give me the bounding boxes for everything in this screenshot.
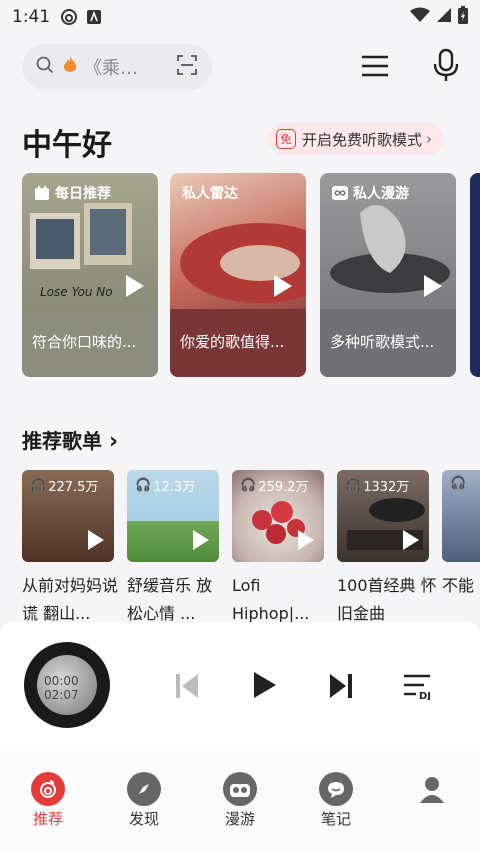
playlist-title: 100首经典 怀旧金曲 bbox=[337, 576, 437, 623]
play-icon[interactable] bbox=[193, 530, 209, 550]
profile-icon bbox=[415, 772, 449, 806]
nav-roam[interactable]: 漫游 bbox=[200, 772, 280, 829]
recommended-playlists-title[interactable]: 推荐歌单 › bbox=[22, 425, 118, 454]
menu-icon[interactable] bbox=[360, 52, 390, 80]
playlist-card[interactable]: 🎧 1332万 100首经典 怀旧金曲 bbox=[337, 470, 437, 628]
nav-notes[interactable]: 笔记 bbox=[296, 772, 376, 829]
play-icon[interactable] bbox=[126, 275, 144, 297]
fire-icon bbox=[62, 55, 78, 80]
signal-icon bbox=[436, 7, 452, 28]
playlist-title: 从前对妈妈说谎 翻山... bbox=[22, 576, 119, 623]
previous-track-icon[interactable] bbox=[174, 672, 200, 704]
next-track-icon[interactable] bbox=[328, 672, 354, 704]
play-icon[interactable] bbox=[274, 275, 292, 297]
playlist-card[interactable]: 🎧 227.5万 从前对妈妈说谎 翻山... bbox=[22, 470, 118, 628]
infinity-icon bbox=[332, 186, 348, 200]
playlist-card[interactable]: 🎧 不能 从此 bbox=[442, 470, 480, 628]
free-badge-icon: 免 bbox=[276, 129, 296, 149]
play-icon[interactable] bbox=[88, 530, 104, 550]
nav-discover[interactable]: 发现 bbox=[104, 772, 184, 829]
status-bar: 1:41 bbox=[0, 0, 480, 34]
card-art-text: Lose You No bbox=[40, 285, 113, 299]
playlist-card[interactable]: 🎧 259.2万 Lofi Hiphop|... bbox=[232, 470, 324, 628]
headphone-icon: 🎧 bbox=[450, 476, 467, 491]
nav-profile[interactable] bbox=[392, 772, 472, 808]
play-icon[interactable] bbox=[424, 275, 442, 297]
mini-player[interactable]: 00:00 02:07 DJ bbox=[0, 622, 480, 750]
daily-tag: 每日推荐 bbox=[34, 183, 111, 203]
status-time: 1:41 bbox=[12, 7, 51, 27]
netease-notification-icon bbox=[60, 8, 78, 26]
headphone-icon: 🎧 bbox=[240, 478, 257, 493]
battery-icon bbox=[458, 5, 468, 29]
playlist-title: Lofi Hiphop|... bbox=[232, 576, 310, 623]
play-count: 🎧 227.5万 bbox=[30, 478, 99, 495]
private-radar-card[interactable]: 私人雷达 你爱的歌值得... bbox=[170, 173, 306, 377]
roam-tag: 私人漫游 bbox=[332, 183, 409, 203]
headphone-icon: 🎧 bbox=[345, 478, 362, 493]
play-count: 🎧 1332万 bbox=[345, 478, 410, 495]
playlist-title: 舒缓音乐 放松心情 ... bbox=[127, 576, 213, 623]
radar-tag: 私人雷达 bbox=[182, 186, 238, 202]
album-disc[interactable]: 00:00 02:07 bbox=[24, 642, 110, 728]
headphone-icon: 🎧 bbox=[30, 478, 47, 493]
private-roam-card[interactable]: 私人漫游 多种听歌模式... bbox=[320, 173, 456, 377]
playlist-title: 不能 从此 bbox=[442, 576, 480, 595]
headphone-icon: 🎧 bbox=[135, 478, 152, 493]
radio-icon bbox=[223, 772, 257, 806]
microphone-icon[interactable] bbox=[432, 48, 460, 82]
search-bar[interactable]: 《乘… bbox=[22, 44, 212, 90]
play-count: 🎧 12.3万 bbox=[135, 478, 196, 495]
search-query: 《乘… bbox=[84, 58, 138, 79]
daily-recommend-card[interactable]: Lose You No 每日推荐 符合你口味的... bbox=[22, 173, 158, 377]
card-desc: 符合你口味的... bbox=[22, 309, 158, 377]
greeting-title: 中午好 bbox=[22, 128, 112, 163]
play-count: 🎧 259.2万 bbox=[240, 478, 309, 495]
bottom-nav: 推荐 发现 漫游 笔记 bbox=[0, 750, 480, 853]
search-icon bbox=[36, 56, 54, 79]
card-desc: 多种听歌模式... bbox=[320, 309, 456, 377]
app-notification-icon bbox=[86, 9, 102, 25]
scan-icon[interactable] bbox=[176, 54, 198, 81]
play-count: 🎧 bbox=[450, 476, 466, 491]
next-feature-card[interactable] bbox=[470, 173, 480, 377]
netease-logo-icon bbox=[31, 772, 65, 806]
play-icon[interactable] bbox=[403, 530, 419, 550]
compass-icon bbox=[127, 772, 161, 806]
calendar-icon bbox=[35, 186, 49, 200]
playlist-card[interactable]: 🎧 12.3万 舒缓音乐 放松心情 ... bbox=[127, 470, 219, 628]
wifi-icon bbox=[410, 7, 430, 28]
time-readout: 00:00 02:07 bbox=[44, 674, 79, 702]
play-icon[interactable] bbox=[298, 530, 314, 550]
chevron-right-icon: › bbox=[108, 429, 119, 454]
nav-recommend[interactable]: 推荐 bbox=[8, 772, 88, 829]
chat-bubble-icon bbox=[319, 772, 353, 806]
chevron-right-icon: › bbox=[426, 130, 433, 148]
free-mode-button[interactable]: 免 开启免费听歌模式 › bbox=[268, 123, 445, 155]
svg-text:DJ: DJ bbox=[419, 691, 431, 700]
playlist-queue-icon[interactable]: DJ bbox=[402, 672, 434, 704]
card-desc: 你爱的歌值得... bbox=[170, 309, 306, 377]
free-mode-label: 开启免费听歌模式 bbox=[302, 130, 423, 149]
play-icon[interactable] bbox=[252, 670, 278, 704]
